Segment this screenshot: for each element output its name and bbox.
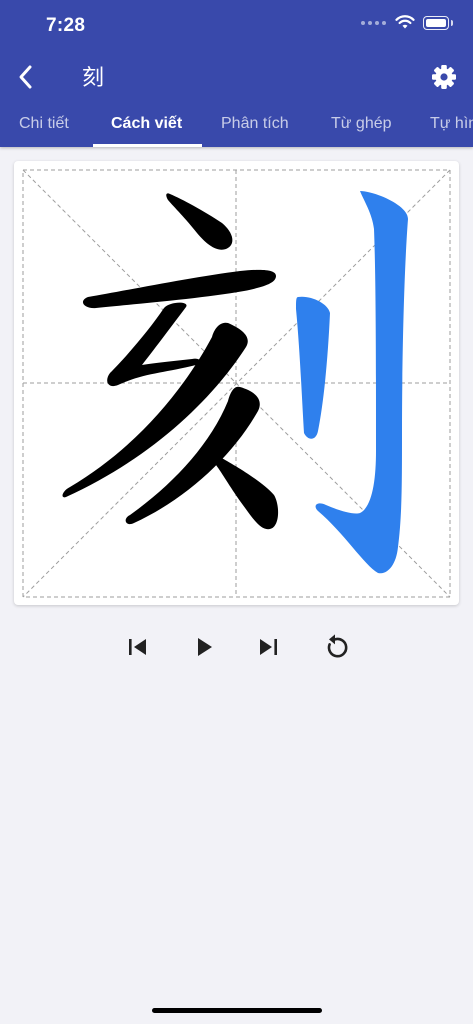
tab-cach-viet[interactable]: Cách viết [111,103,182,147]
tab-tu-hinh[interactable]: Tự hìn [430,103,473,147]
tab-phan-tich[interactable]: Phân tích [221,103,289,147]
chevron-left-icon [19,65,32,89]
stroke-2-horizontal [82,269,277,309]
active-tab-indicator [93,144,202,147]
stroke-6-right-falling [215,456,279,530]
play-icon [198,638,212,656]
gear-icon [432,65,456,89]
replay-icon [327,634,348,658]
next-stroke-button[interactable] [254,632,284,662]
settings-button[interactable] [431,64,457,90]
battery-icon [423,15,453,30]
stroke-3-left-falling [107,302,201,387]
stroke-8-vertical-hook [315,191,408,574]
previous-stroke-button[interactable] [122,632,152,662]
skip-next-icon [260,639,277,655]
app-header: 7:28 刻 Chi tiết Cách viết Phân tích Từ g… [0,0,473,147]
page-title: 刻 [82,66,105,91]
stroke-1-dot [166,193,233,250]
stroke-4-left-falling [62,322,248,498]
tab-chi-tiet[interactable]: Chi tiết [19,103,69,147]
status-icons [361,15,453,30]
back-button[interactable] [14,62,42,92]
skip-previous-icon [129,639,146,655]
tab-bar: Chi tiết Cách viết Phân tích Từ ghép Tự … [0,103,473,147]
tab-tu-ghep[interactable]: Từ ghép [331,103,392,147]
home-indicator [152,1008,322,1013]
signal-icon [361,20,386,25]
stroke-7-vertical [296,296,330,439]
playback-controls [0,626,473,668]
wifi-icon [395,15,415,29]
play-button[interactable] [189,632,219,662]
status-time: 7:28 [46,15,86,36]
stroke-order-canvas [14,161,459,605]
replay-button[interactable] [320,632,350,662]
writing-grid [22,169,451,598]
